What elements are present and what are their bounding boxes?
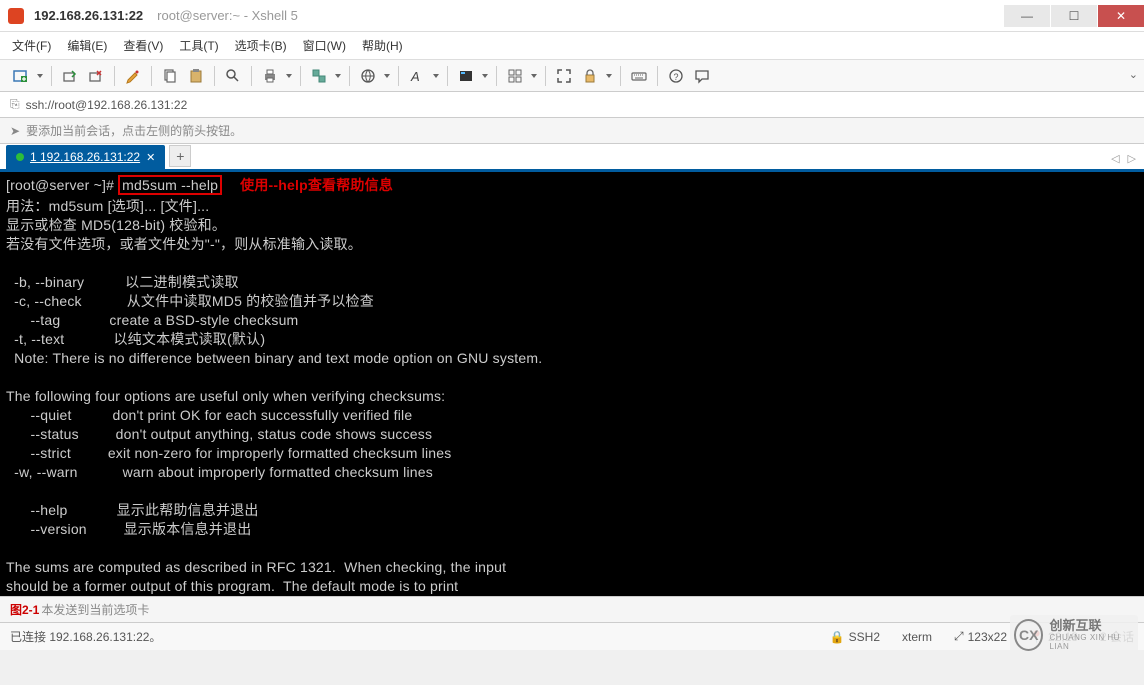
separator (349, 66, 350, 86)
menu-file[interactable]: 文件(F) (12, 37, 51, 54)
window-controls: — ☐ ✕ (1003, 5, 1144, 27)
layout-dropdown[interactable] (530, 65, 538, 87)
paste-icon[interactable] (185, 65, 207, 87)
find-icon[interactable] (222, 65, 244, 87)
new-session-icon[interactable] (10, 65, 32, 87)
menu-edit[interactable]: 编辑(E) (67, 37, 107, 54)
terminal-output: 用法：md5sum [选项]... [文件]... 显示或检查 MD5(128-… (6, 197, 1138, 596)
color-dropdown[interactable] (481, 65, 489, 87)
separator (657, 66, 658, 86)
terminal-command: md5sum --help (118, 175, 222, 195)
address-url[interactable]: ssh://root@192.168.26.131:22 (26, 98, 188, 112)
watermark-sub: CHUANG XIN HU LIAN (1049, 633, 1134, 651)
lock-dropdown[interactable] (605, 65, 613, 87)
properties-icon[interactable] (122, 65, 144, 87)
status-dot-icon (16, 153, 24, 161)
layout-icon[interactable] (504, 65, 526, 87)
tab-label: 1 192.168.26.131:22 (30, 150, 140, 164)
tab-close-icon[interactable]: ✕ (146, 151, 155, 164)
menu-bar: 文件(F) 编辑(E) 查看(V) 工具(T) 选项卡(B) 窗口(W) 帮助(… (0, 32, 1144, 60)
connection-status: 已连接 192.168.26.131:22。 (10, 628, 161, 645)
separator (620, 66, 621, 86)
xftp-dropdown[interactable] (334, 65, 342, 87)
lock-icon[interactable] (579, 65, 601, 87)
menu-tabs[interactable]: 选项卡(B) (235, 37, 287, 54)
menu-tools[interactable]: 工具(T) (179, 37, 218, 54)
fullscreen-icon[interactable] (553, 65, 575, 87)
tab-bar: 1 192.168.26.131:22 ✕ + ◁ ▷ (0, 144, 1144, 172)
print-icon[interactable] (259, 65, 281, 87)
send-hint: 本发送到当前选项卡 (41, 601, 149, 618)
separator (151, 66, 152, 86)
title-bar: 192.168.26.131:22 root@server:~ - Xshell… (0, 0, 1144, 32)
watermark-logo-icon: CX (1014, 619, 1043, 651)
hint-text: 要添加当前会话，点击左侧的箭头按钮。 (26, 122, 242, 139)
new-session-dropdown[interactable] (36, 65, 44, 87)
menu-window[interactable]: 窗口(W) (303, 37, 346, 54)
tab-prev-icon[interactable]: ◁ (1111, 152, 1119, 165)
separator (398, 66, 399, 86)
separator (114, 66, 115, 86)
status-bar: 已连接 192.168.26.131:22。 🔒 SSH2 xterm ⤢ 12… (0, 622, 1144, 650)
tab-nav: ◁ ▷ (1111, 152, 1136, 165)
separator (447, 66, 448, 86)
maximize-button[interactable]: ☐ (1051, 5, 1097, 27)
tab-next-icon[interactable]: ▷ (1128, 152, 1136, 165)
font-dropdown[interactable] (432, 65, 440, 87)
help-icon[interactable]: ? (665, 65, 687, 87)
copy-url-icon[interactable]: ⎘ (10, 97, 20, 112)
copy-icon[interactable] (159, 65, 181, 87)
app-icon (8, 8, 24, 24)
menu-view[interactable]: 查看(V) (123, 37, 163, 54)
watermark-brand: 创新互联 (1049, 619, 1134, 633)
svg-text:?: ? (674, 72, 679, 82)
status-ssh: 🔒 SSH2 (830, 630, 880, 644)
separator (251, 66, 252, 86)
separator (300, 66, 301, 86)
toolbar-overflow-icon[interactable]: ⌄ (1129, 68, 1138, 81)
language-dropdown[interactable] (383, 65, 391, 87)
toolbar: A ? ⌄ (0, 60, 1144, 92)
close-button[interactable]: ✕ (1098, 5, 1144, 27)
add-session-arrow-icon[interactable]: ➤ (10, 124, 20, 138)
figure-label: 图2-1 (10, 601, 39, 618)
watermark: CX 创新互联 CHUANG XIN HU LIAN (1010, 615, 1138, 655)
status-size: ⤢ 123x22 (954, 629, 1007, 644)
feedback-icon[interactable] (691, 65, 713, 87)
color-scheme-icon[interactable] (455, 65, 477, 87)
reconnect-icon[interactable] (59, 65, 81, 87)
window-host: 192.168.26.131:22 (34, 8, 143, 23)
terminal-prompt: [root@server ~]# (6, 177, 118, 193)
status-term: xterm (902, 630, 932, 644)
minimize-button[interactable]: — (1004, 5, 1050, 27)
new-tab-button[interactable]: + (169, 145, 191, 167)
session-tab[interactable]: 1 192.168.26.131:22 ✕ (6, 145, 165, 169)
address-bar: ⎘ ssh://root@192.168.26.131:22 (0, 92, 1144, 118)
separator (545, 66, 546, 86)
send-bar: 图2-1 本发送到当前选项卡 (0, 596, 1144, 622)
separator (496, 66, 497, 86)
menu-help[interactable]: 帮助(H) (362, 37, 403, 54)
print-dropdown[interactable] (285, 65, 293, 87)
hint-bar: ➤ 要添加当前会话，点击左侧的箭头按钮。 (0, 118, 1144, 144)
disconnect-icon[interactable] (85, 65, 107, 87)
window-subtitle: root@server:~ - Xshell 5 (157, 8, 298, 23)
svg-text:A: A (410, 69, 420, 84)
language-icon[interactable] (357, 65, 379, 87)
separator (214, 66, 215, 86)
xftp-icon[interactable] (308, 65, 330, 87)
terminal-annotation: 使用--help查看帮助信息 (222, 177, 393, 193)
terminal[interactable]: [root@server ~]# md5sum --help使用--help查看… (0, 172, 1144, 596)
font-icon[interactable]: A (406, 65, 428, 87)
keyboard-icon[interactable] (628, 65, 650, 87)
separator (51, 66, 52, 86)
